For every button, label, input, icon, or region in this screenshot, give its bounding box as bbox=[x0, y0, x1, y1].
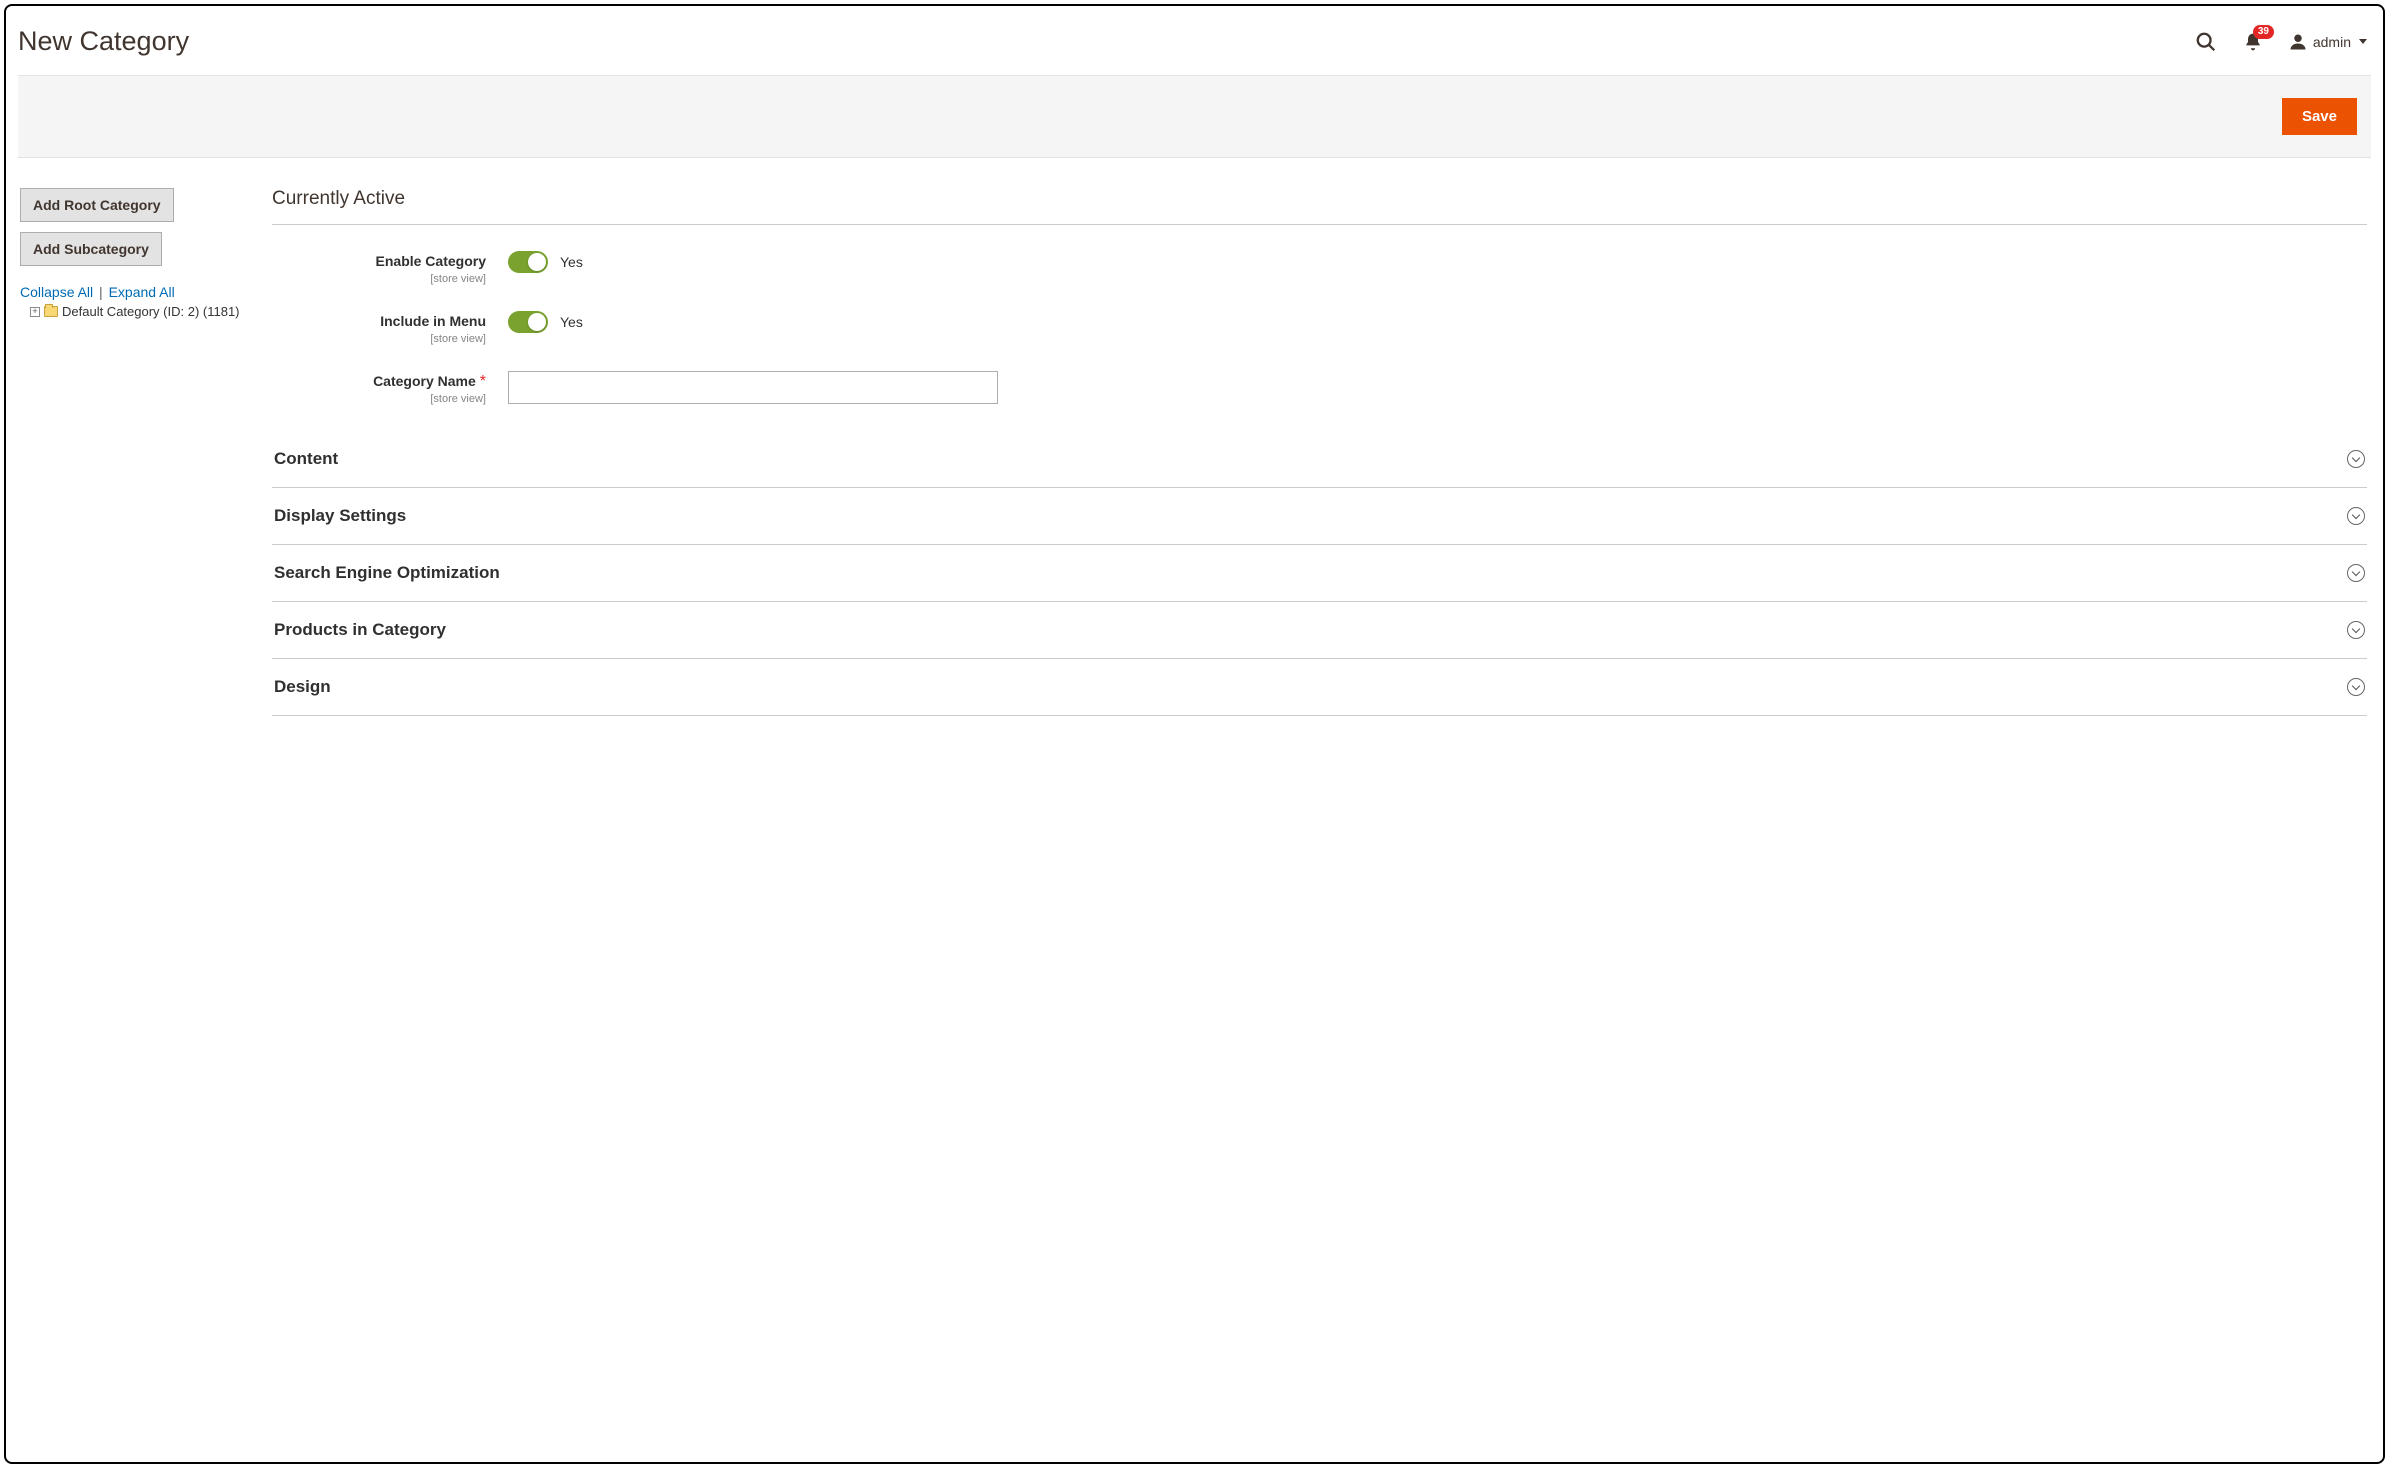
main-layout: Add Root Category Add Subcategory Collap… bbox=[18, 158, 2371, 716]
chevron-down-icon bbox=[2347, 507, 2365, 525]
caret-down-icon bbox=[2359, 39, 2367, 44]
label-text: Enable Category bbox=[376, 253, 486, 269]
toggle-value: Yes bbox=[560, 314, 583, 330]
separator: | bbox=[97, 284, 105, 300]
collapsible-title: Search Engine Optimization bbox=[274, 563, 500, 583]
collapse-all-link[interactable]: Collapse All bbox=[20, 284, 93, 300]
section-design[interactable]: Design bbox=[272, 659, 2367, 716]
user-icon bbox=[2289, 33, 2307, 51]
field-control: Yes bbox=[508, 251, 583, 273]
label-text: Include in Menu bbox=[380, 313, 486, 329]
required-asterisk: * bbox=[480, 373, 486, 390]
scope-text: [store view] bbox=[272, 333, 486, 345]
section-display-settings[interactable]: Display Settings bbox=[272, 488, 2367, 545]
chevron-down-icon bbox=[2347, 450, 2365, 468]
collapsible-title: Display Settings bbox=[274, 506, 406, 526]
collapsible-title: Design bbox=[274, 677, 331, 697]
field-label: Category Name* [store view] bbox=[272, 371, 508, 405]
toggle-value: Yes bbox=[560, 254, 583, 270]
field-label: Include in Menu [store view] bbox=[272, 311, 508, 345]
field-enable-category: Enable Category [store view] Yes bbox=[272, 251, 2367, 285]
folder-icon bbox=[44, 306, 58, 317]
category-sidebar: Add Root Category Add Subcategory Collap… bbox=[18, 188, 268, 716]
field-control bbox=[508, 371, 998, 404]
tree-node-label: Default Category (ID: 2) (1181) bbox=[62, 304, 240, 319]
field-label: Enable Category [store view] bbox=[272, 251, 508, 285]
collapsible-title: Products in Category bbox=[274, 620, 446, 640]
expand-icon[interactable]: + bbox=[30, 307, 40, 317]
chevron-down-icon bbox=[2347, 621, 2365, 639]
field-include-in-menu: Include in Menu [store view] Yes bbox=[272, 311, 2367, 345]
label-text: Category Name bbox=[373, 373, 476, 389]
section-seo[interactable]: Search Engine Optimization bbox=[272, 545, 2367, 602]
search-icon bbox=[2195, 31, 2217, 53]
save-button[interactable]: Save bbox=[2282, 98, 2357, 135]
add-subcategory-button[interactable]: Add Subcategory bbox=[20, 232, 162, 266]
include-in-menu-toggle[interactable] bbox=[508, 311, 548, 333]
scope-text: [store view] bbox=[272, 273, 486, 285]
collapsible-title: Content bbox=[274, 449, 338, 469]
enable-category-toggle[interactable] bbox=[508, 251, 548, 273]
field-control: Yes bbox=[508, 311, 583, 333]
chevron-down-icon bbox=[2347, 564, 2365, 582]
category-name-input[interactable] bbox=[508, 371, 998, 404]
add-root-category-button[interactable]: Add Root Category bbox=[20, 188, 174, 222]
scope-text: [store view] bbox=[272, 393, 486, 405]
tree-controls: Collapse All | Expand All + Default Cate… bbox=[20, 284, 260, 319]
header-actions: 39 admin bbox=[2195, 31, 2371, 53]
section-title: Currently Active bbox=[272, 188, 2367, 225]
search-button[interactable] bbox=[2195, 31, 2217, 53]
user-name: admin bbox=[2313, 34, 2351, 50]
notifications-button[interactable]: 39 bbox=[2243, 31, 2263, 53]
expand-all-link[interactable]: Expand All bbox=[109, 284, 175, 300]
page-header: New Category 39 admin bbox=[18, 18, 2371, 75]
chevron-down-icon bbox=[2347, 678, 2365, 696]
user-menu[interactable]: admin bbox=[2289, 33, 2367, 51]
form-main: Currently Active Enable Category [store … bbox=[268, 188, 2371, 716]
section-content[interactable]: Content bbox=[272, 431, 2367, 488]
field-category-name: Category Name* [store view] bbox=[272, 371, 2367, 405]
tree-node-root[interactable]: + Default Category (ID: 2) (1181) bbox=[20, 304, 260, 319]
action-toolbar: Save bbox=[18, 75, 2371, 158]
notification-badge: 39 bbox=[2253, 25, 2274, 39]
page-title: New Category bbox=[18, 26, 189, 57]
section-products-in-category[interactable]: Products in Category bbox=[272, 602, 2367, 659]
